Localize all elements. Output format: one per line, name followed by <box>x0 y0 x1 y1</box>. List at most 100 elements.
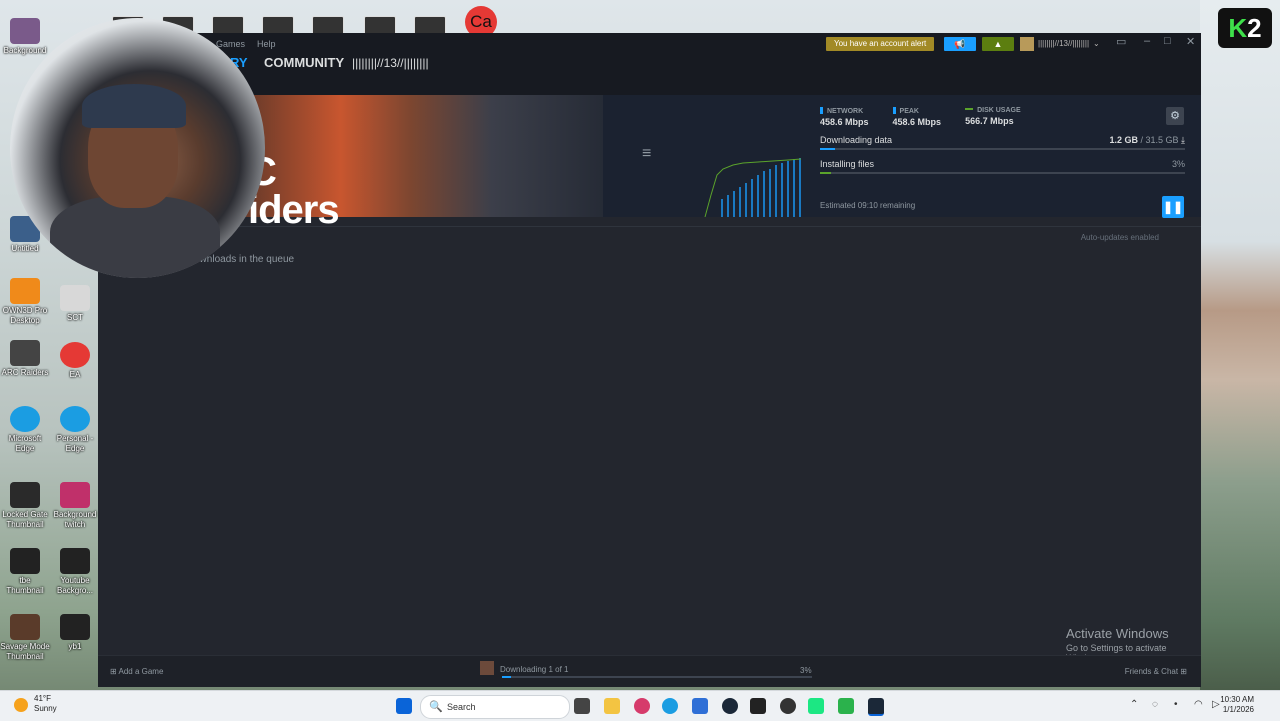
hulu-icon[interactable] <box>808 698 824 714</box>
desktop-icon-sct[interactable]: SCT <box>50 285 100 323</box>
friends-chat-button[interactable]: Friends & Chat ⊞ <box>1125 667 1187 676</box>
installing-label: Installing files <box>820 159 875 169</box>
title-bar: Games Help You have an account alert 📢 ▲… <box>98 33 1201 55</box>
opera-icon[interactable] <box>634 698 650 714</box>
desktop-icon-yb1[interactable]: yb1 <box>50 614 100 652</box>
pause-icon: ❚❚ <box>1162 200 1184 214</box>
network-icon <box>820 107 823 114</box>
wifi-icon[interactable]: ◠ <box>1194 699 1203 710</box>
desktop-icon-background[interactable]: Background <box>0 18 50 56</box>
chevron-down-icon: ⌄ <box>1093 39 1100 48</box>
task-view-icon[interactable] <box>574 698 590 714</box>
chat-icon: ⊞ <box>1180 667 1187 676</box>
stat-peak: PEAK 458.6 Mbps <box>892 107 942 127</box>
app-icon[interactable] <box>838 698 854 714</box>
desktop-wallpaper-right <box>1200 0 1280 690</box>
download-progress-fill <box>820 148 835 150</box>
image-icon <box>10 614 40 640</box>
steam-icon[interactable] <box>722 698 738 714</box>
minimize-button[interactable]: – <box>1144 35 1150 47</box>
notifications-button[interactable]: ▲ <box>982 37 1014 51</box>
announcements-button[interactable]: 📢 <box>944 37 976 51</box>
obs-icon[interactable] <box>780 698 796 714</box>
maximize-button[interactable]: □ <box>1164 35 1171 47</box>
k2-logo: K2 <box>1218 8 1272 48</box>
desktop-icon-edge[interactable]: Microsoft Edge <box>0 406 50 454</box>
play-icon <box>10 278 40 304</box>
download-icon: ⤓ <box>1181 135 1185 145</box>
menu-icon[interactable]: ≡ <box>642 145 651 163</box>
gear-icon: ⚙ <box>1170 110 1180 122</box>
ea-icon <box>60 342 90 368</box>
desktop-icon-personal-edge[interactable]: Personal - Edge <box>50 406 100 454</box>
image-icon <box>10 482 40 508</box>
account-alert-button[interactable]: You have an account alert <box>826 37 935 51</box>
file-icon <box>60 285 90 311</box>
settings-button[interactable]: ⚙ <box>1166 107 1184 125</box>
account-menu[interactable]: ||||||||//13//|||||||| ⌄ <box>1020 37 1100 51</box>
estimated-time: Estimated 09:10 remaining <box>820 201 916 210</box>
capcut-icon[interactable] <box>750 698 766 714</box>
total-size: / 31.5 GB <box>1140 135 1179 145</box>
bottom-progress-fill <box>502 676 512 678</box>
menu-help[interactable]: Help <box>257 39 276 49</box>
installing-percent: 3% <box>1171 159 1185 169</box>
store-icon[interactable] <box>692 698 708 714</box>
search-icon: 🔍 <box>429 701 443 713</box>
desktop-icon-background-twitch[interactable]: Background twitch <box>50 482 100 530</box>
downloads-status[interactable]: Downloading 1 of 1 <box>480 661 569 675</box>
auto-updates-status: Auto-updates enabled <box>1080 233 1159 242</box>
file-explorer-icon[interactable] <box>604 698 620 714</box>
bottom-bar: ⊞ Add a Game Downloading 1 of 1 3% Frien… <box>98 655 1201 687</box>
installing-files-row: Installing files 3% <box>820 159 1185 174</box>
desktop-icon-savage-mode[interactable]: Savage Mode Thumbnail <box>0 614 50 662</box>
avatar <box>1020 37 1034 51</box>
search-box[interactable]: 🔍 Search <box>420 695 570 719</box>
image-icon <box>10 548 40 574</box>
bandwidth-graph <box>704 158 802 217</box>
account-name: ||||||||//13//|||||||| <box>1038 39 1090 48</box>
edge-icon[interactable] <box>662 698 678 714</box>
bottom-progress-track <box>502 676 812 678</box>
network-tray-icon[interactable]: ◌ <box>1152 699 1158 710</box>
nav-username[interactable]: ||||||||//13//|||||||| <box>352 55 429 71</box>
webcam-hat <box>82 84 186 128</box>
speaker-icon[interactable]: ▷ <box>1212 699 1220 710</box>
big-picture-icon[interactable]: ▭ <box>1116 35 1126 48</box>
taskbar: 41°F Sunny 🔍 Search ⌃ ◌ • ◠ ▷ 10:30 AM 1… <box>0 690 1280 721</box>
mic-icon[interactable]: • <box>1174 699 1178 710</box>
desktop-icon-own3d[interactable]: OWN3D Pro Desktop <box>0 278 50 326</box>
weather-widget[interactable]: 41°F Sunny <box>34 694 57 714</box>
close-button[interactable]: ✕ <box>1186 35 1195 48</box>
menu-games[interactable]: Games <box>216 39 245 49</box>
desktop-icon-ea[interactable]: EA <box>50 342 100 380</box>
weather-icon[interactable] <box>14 698 28 712</box>
start-icon[interactable] <box>396 698 412 714</box>
desktop-icon-locked-gate[interactable]: Locked Gate Thumbnail <box>0 482 50 530</box>
desktop-icon-tbe-thumbnail[interactable]: tbe Thumbnail <box>0 548 50 596</box>
install-progress-fill <box>820 172 831 174</box>
add-game-button[interactable]: ⊞ Add a Game <box>110 667 163 676</box>
stat-disk-usage: DISK USAGE 566.7 Mbps <box>965 107 1021 126</box>
image-icon <box>60 482 90 508</box>
desktop-icon-youtube-background[interactable]: Youtube Backgro... <box>50 548 100 596</box>
webcam-person <box>50 196 220 278</box>
folder-icon <box>10 18 40 44</box>
plus-icon: ⊞ <box>110 667 117 676</box>
nav-bar: RY COMMUNITY ||||||||//13//|||||||| <box>98 55 1201 95</box>
pause-button[interactable]: ❚❚ <box>1162 196 1184 218</box>
clock[interactable]: 10:30 AM 1/1/2026 <box>1220 695 1254 715</box>
game-thumbnail <box>480 661 494 675</box>
image-icon <box>60 614 90 640</box>
install-progress-track <box>820 172 1185 174</box>
divider <box>98 226 1201 227</box>
megaphone-icon: 📢 <box>954 39 966 49</box>
steam-active-icon[interactable] <box>868 698 884 716</box>
image-icon <box>60 548 90 574</box>
desktop-icon-arc-raiders[interactable]: ARC Raiders <box>0 340 50 378</box>
downloaded-size: 1.2 GB <box>1109 135 1138 145</box>
edge-icon <box>60 406 90 432</box>
bottom-percent: 3% <box>800 666 812 675</box>
chevron-up-icon[interactable]: ⌃ <box>1130 699 1138 710</box>
nav-community[interactable]: COMMUNITY <box>264 55 344 71</box>
